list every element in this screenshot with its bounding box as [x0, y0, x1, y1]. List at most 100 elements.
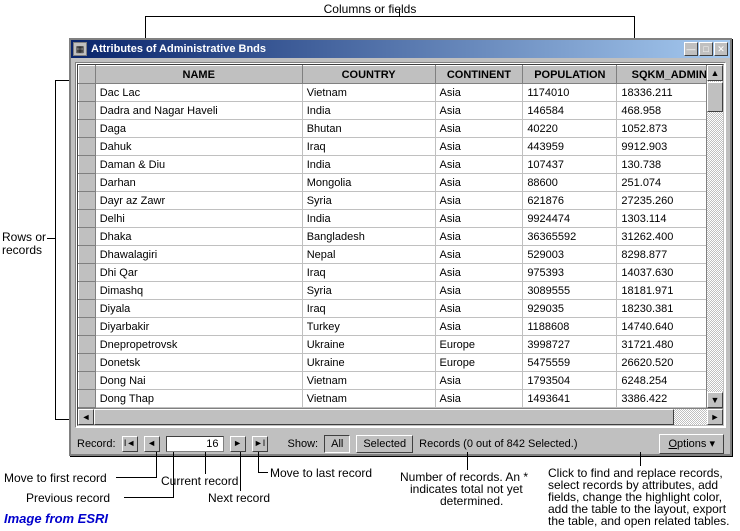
- first-record-button[interactable]: I◄: [122, 436, 138, 452]
- show-selected-button[interactable]: Selected: [356, 435, 413, 453]
- cell-name[interactable]: Dong Thap: [95, 390, 302, 408]
- scroll-thumb[interactable]: [94, 409, 674, 425]
- cell-continent[interactable]: Asia: [435, 192, 523, 210]
- cell-continent[interactable]: Asia: [435, 264, 523, 282]
- scroll-track[interactable]: [707, 81, 723, 392]
- table-row[interactable]: DiyarbakirTurkeyAsia118860814740.640: [79, 318, 722, 336]
- cell-population[interactable]: 1174010: [523, 84, 617, 102]
- cell-continent[interactable]: Europe: [435, 336, 523, 354]
- table-row[interactable]: Dhi QarIraqAsia97539314037.630: [79, 264, 722, 282]
- cell-name[interactable]: Delhi: [95, 210, 302, 228]
- scroll-right-arrow[interactable]: ►: [707, 409, 723, 425]
- cell-country[interactable]: Iraq: [302, 300, 435, 318]
- cell-population[interactable]: 621876: [523, 192, 617, 210]
- cell-name[interactable]: Dhaka: [95, 228, 302, 246]
- previous-record-button[interactable]: ◄: [144, 436, 160, 452]
- cell-country[interactable]: India: [302, 102, 435, 120]
- column-header-population[interactable]: POPULATION: [523, 66, 617, 84]
- cell-country[interactable]: Mongolia: [302, 174, 435, 192]
- row-selector[interactable]: [79, 282, 96, 300]
- cell-name[interactable]: Dong Nai: [95, 372, 302, 390]
- cell-name[interactable]: Donetsk: [95, 354, 302, 372]
- cell-continent[interactable]: Asia: [435, 246, 523, 264]
- cell-continent[interactable]: Asia: [435, 318, 523, 336]
- cell-continent[interactable]: Asia: [435, 138, 523, 156]
- cell-population[interactable]: 529003: [523, 246, 617, 264]
- cell-country[interactable]: Bangladesh: [302, 228, 435, 246]
- cell-name[interactable]: Dahuk: [95, 138, 302, 156]
- next-record-button[interactable]: ►: [230, 436, 246, 452]
- table-row[interactable]: Dong ThapVietnamAsia14936413386.422: [79, 390, 722, 408]
- cell-continent[interactable]: Asia: [435, 120, 523, 138]
- table-row[interactable]: Dadra and Nagar HaveliIndiaAsia146584468…: [79, 102, 722, 120]
- cell-name[interactable]: Dac Lac: [95, 84, 302, 102]
- cell-population[interactable]: 3089555: [523, 282, 617, 300]
- row-selector[interactable]: [79, 246, 96, 264]
- row-selector[interactable]: [79, 228, 96, 246]
- attribute-grid[interactable]: NAME COUNTRY CONTINENT POPULATION SQKM_A…: [78, 65, 722, 426]
- cell-name[interactable]: Diyala: [95, 300, 302, 318]
- show-all-button[interactable]: All: [324, 435, 350, 453]
- close-button[interactable]: ✕: [714, 42, 728, 56]
- cell-country[interactable]: Nepal: [302, 246, 435, 264]
- row-selector[interactable]: [79, 120, 96, 138]
- cell-population[interactable]: 88600: [523, 174, 617, 192]
- table-row[interactable]: DarhanMongoliaAsia88600251.074: [79, 174, 722, 192]
- cell-population[interactable]: 107437: [523, 156, 617, 174]
- table-row[interactable]: DnepropetrovskUkraineEurope399872731721.…: [79, 336, 722, 354]
- table-row[interactable]: DagaBhutanAsia402201052.873: [79, 120, 722, 138]
- cell-name[interactable]: Dnepropetrovsk: [95, 336, 302, 354]
- row-selector[interactable]: [79, 192, 96, 210]
- cell-country[interactable]: Iraq: [302, 264, 435, 282]
- table-row[interactable]: DhawalagiriNepalAsia5290038298.877: [79, 246, 722, 264]
- scroll-thumb[interactable]: [707, 82, 723, 112]
- cell-population[interactable]: 9924474: [523, 210, 617, 228]
- cell-country[interactable]: Iraq: [302, 138, 435, 156]
- cell-country[interactable]: Syria: [302, 192, 435, 210]
- cell-country[interactable]: Vietnam: [302, 390, 435, 408]
- horizontal-scrollbar[interactable]: ◄ ►: [78, 408, 723, 425]
- cell-continent[interactable]: Asia: [435, 210, 523, 228]
- cell-name[interactable]: Dhi Qar: [95, 264, 302, 282]
- row-selector[interactable]: [79, 390, 96, 408]
- cell-country[interactable]: India: [302, 210, 435, 228]
- scroll-up-arrow[interactable]: ▲: [707, 65, 723, 81]
- table-row[interactable]: Dong NaiVietnamAsia17935046248.254: [79, 372, 722, 390]
- row-selector[interactable]: [79, 210, 96, 228]
- cell-country[interactable]: Ukraine: [302, 354, 435, 372]
- cell-population[interactable]: 1793504: [523, 372, 617, 390]
- cell-population[interactable]: 929035: [523, 300, 617, 318]
- cell-continent[interactable]: Asia: [435, 102, 523, 120]
- cell-name[interactable]: Diyarbakir: [95, 318, 302, 336]
- cell-population[interactable]: 443959: [523, 138, 617, 156]
- cell-name[interactable]: Dimashq: [95, 282, 302, 300]
- cell-country[interactable]: Bhutan: [302, 120, 435, 138]
- cell-population[interactable]: 975393: [523, 264, 617, 282]
- cell-name[interactable]: Daman & Diu: [95, 156, 302, 174]
- table-row[interactable]: DimashqSyriaAsia308955518181.971: [79, 282, 722, 300]
- row-selector[interactable]: [79, 300, 96, 318]
- cell-continent[interactable]: Asia: [435, 228, 523, 246]
- cell-country[interactable]: India: [302, 156, 435, 174]
- cell-population[interactable]: 146584: [523, 102, 617, 120]
- row-selector[interactable]: [79, 336, 96, 354]
- cell-country[interactable]: Vietnam: [302, 372, 435, 390]
- table-row[interactable]: Daman & DiuIndiaAsia107437130.738: [79, 156, 722, 174]
- options-button[interactable]: Options ▾: [659, 434, 724, 454]
- vertical-scrollbar[interactable]: ▲ ▼: [706, 65, 723, 408]
- cell-continent[interactable]: Asia: [435, 372, 523, 390]
- minimize-button[interactable]: —: [684, 42, 698, 56]
- table-row[interactable]: DonetskUkraineEurope547555926620.520: [79, 354, 722, 372]
- table-row[interactable]: DahukIraqAsia4439599912.903: [79, 138, 722, 156]
- cell-continent[interactable]: Asia: [435, 156, 523, 174]
- row-selector[interactable]: [79, 156, 96, 174]
- column-header-name[interactable]: NAME: [95, 66, 302, 84]
- cell-continent[interactable]: Europe: [435, 354, 523, 372]
- table-row[interactable]: DelhiIndiaAsia99244741303.114: [79, 210, 722, 228]
- cell-population[interactable]: 1188608: [523, 318, 617, 336]
- scroll-down-arrow[interactable]: ▼: [707, 392, 723, 408]
- cell-name[interactable]: Darhan: [95, 174, 302, 192]
- cell-country[interactable]: Turkey: [302, 318, 435, 336]
- row-selector[interactable]: [79, 174, 96, 192]
- row-selector[interactable]: [79, 372, 96, 390]
